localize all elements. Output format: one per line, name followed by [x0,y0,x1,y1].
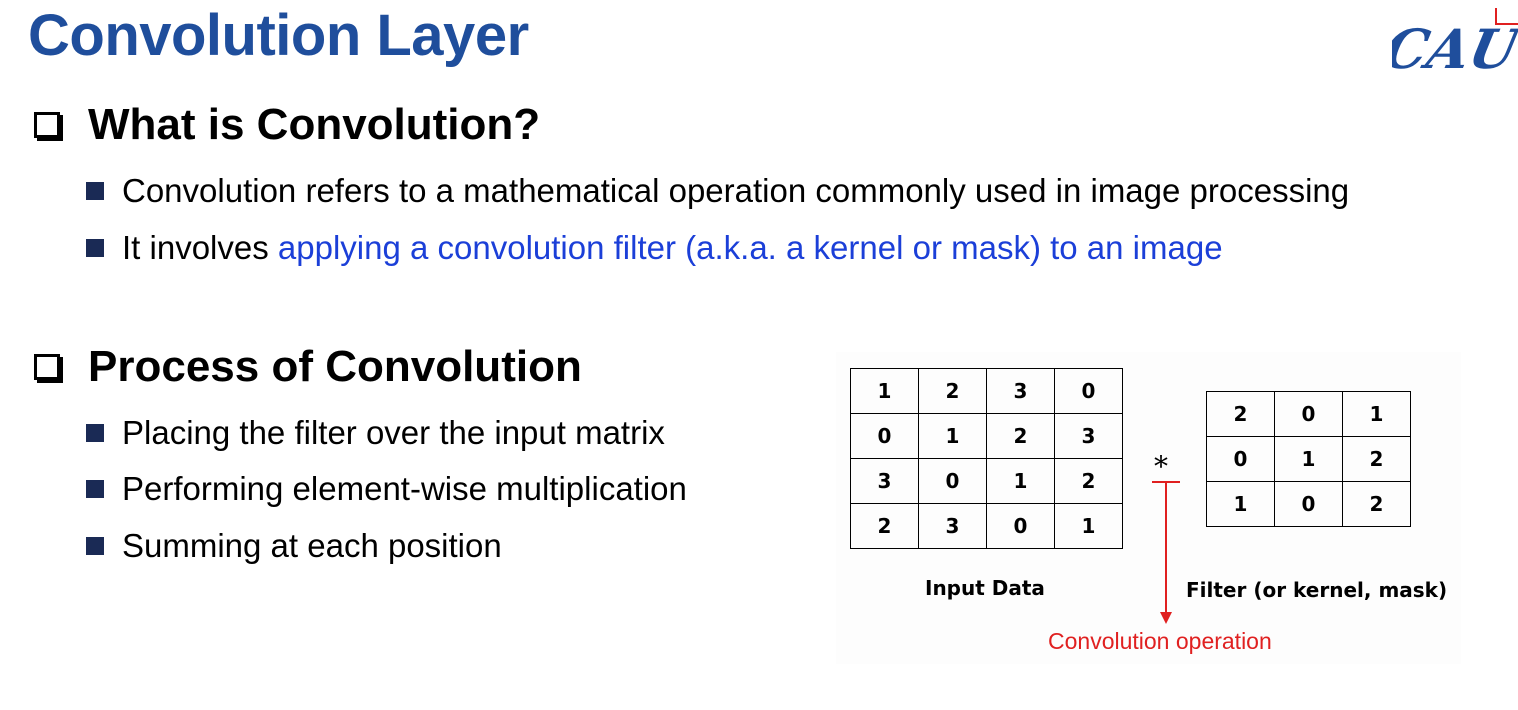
matrix-cell: 2 [1342,481,1411,527]
bullet-text: Placing the filter over the input matrix [122,414,665,451]
matrix-cell: 0 [986,503,1055,549]
list-item: Summing at each position [86,527,502,565]
bullet-text-prefix: It involves [122,229,278,266]
square-bullet-icon [86,239,104,257]
section-heading-label: Process of Convolution [88,342,582,391]
matrix-cell: 0 [1274,481,1343,527]
matrix-cell: 0 [1206,436,1275,482]
matrix-cell: 3 [918,503,987,549]
matrix-cell: 2 [986,413,1055,459]
input-caption: Input Data [925,576,1045,600]
matrix-cell: 3 [850,458,919,504]
bullet-text: Summing at each position [122,527,502,564]
checkbox-bullet-icon [34,354,63,383]
operation-arrow-icon [1152,481,1180,624]
matrix-cell: 1 [986,458,1055,504]
matrix-cell: 0 [1054,368,1123,414]
matrix-cell: 0 [918,458,987,504]
matrix-cell: 1 [1274,436,1343,482]
square-bullet-icon [86,182,104,200]
section-heading-process: Process of Convolution [34,342,582,392]
slide-title: Convolution Layer [28,3,529,68]
matrix-cell: 2 [1054,458,1123,504]
square-bullet-icon [86,480,104,498]
svg-text:CAU: CAU [1392,18,1518,81]
list-item: Performing element-wise multiplication [86,470,687,508]
operation-label: Convolution operation [1048,628,1272,654]
cau-logo: CAU [1392,8,1518,81]
input-matrix: 1 2 3 0 0 1 2 3 3 0 1 2 2 3 0 1 [850,368,1123,549]
matrix-cell: 1 [918,413,987,459]
checkbox-bullet-icon [34,112,63,141]
matrix-cell: 2 [850,503,919,549]
matrix-cell: 1 [1054,503,1123,549]
bullet-text: Performing element-wise multiplication [122,470,687,507]
list-item: Placing the filter over the input matrix [86,414,665,452]
section-heading-label: What is Convolution? [88,100,541,149]
bullet-text: Convolution refers to a mathematical ope… [122,172,1350,209]
filter-matrix: 2 0 1 0 1 2 1 0 2 [1206,391,1411,527]
matrix-cell: 0 [1274,391,1343,437]
matrix-cell: 2 [1342,436,1411,482]
matrix-cell: 2 [1206,391,1275,437]
convolution-diagram: 1 2 3 0 0 1 2 3 3 0 1 2 2 3 0 1 Input Da… [836,352,1461,664]
matrix-cell: 3 [986,368,1055,414]
filter-caption: Filter (or kernel, mask) [1186,578,1448,602]
list-item: Convolution refers to a mathematical ope… [86,172,1349,210]
square-bullet-icon [86,537,104,555]
matrix-cell: 2 [918,368,987,414]
matrix-cell: 1 [850,368,919,414]
square-bullet-icon [86,424,104,442]
matrix-cell: 0 [850,413,919,459]
matrix-cell: 3 [1054,413,1123,459]
matrix-cell: 1 [1206,481,1275,527]
list-item: It involves applying a convolution filte… [86,229,1223,267]
bullet-text-highlight: applying a convolution filter (a.k.a. a … [277,229,1223,266]
matrix-cell: 1 [1342,391,1411,437]
section-heading-what: What is Convolution? [34,100,540,150]
